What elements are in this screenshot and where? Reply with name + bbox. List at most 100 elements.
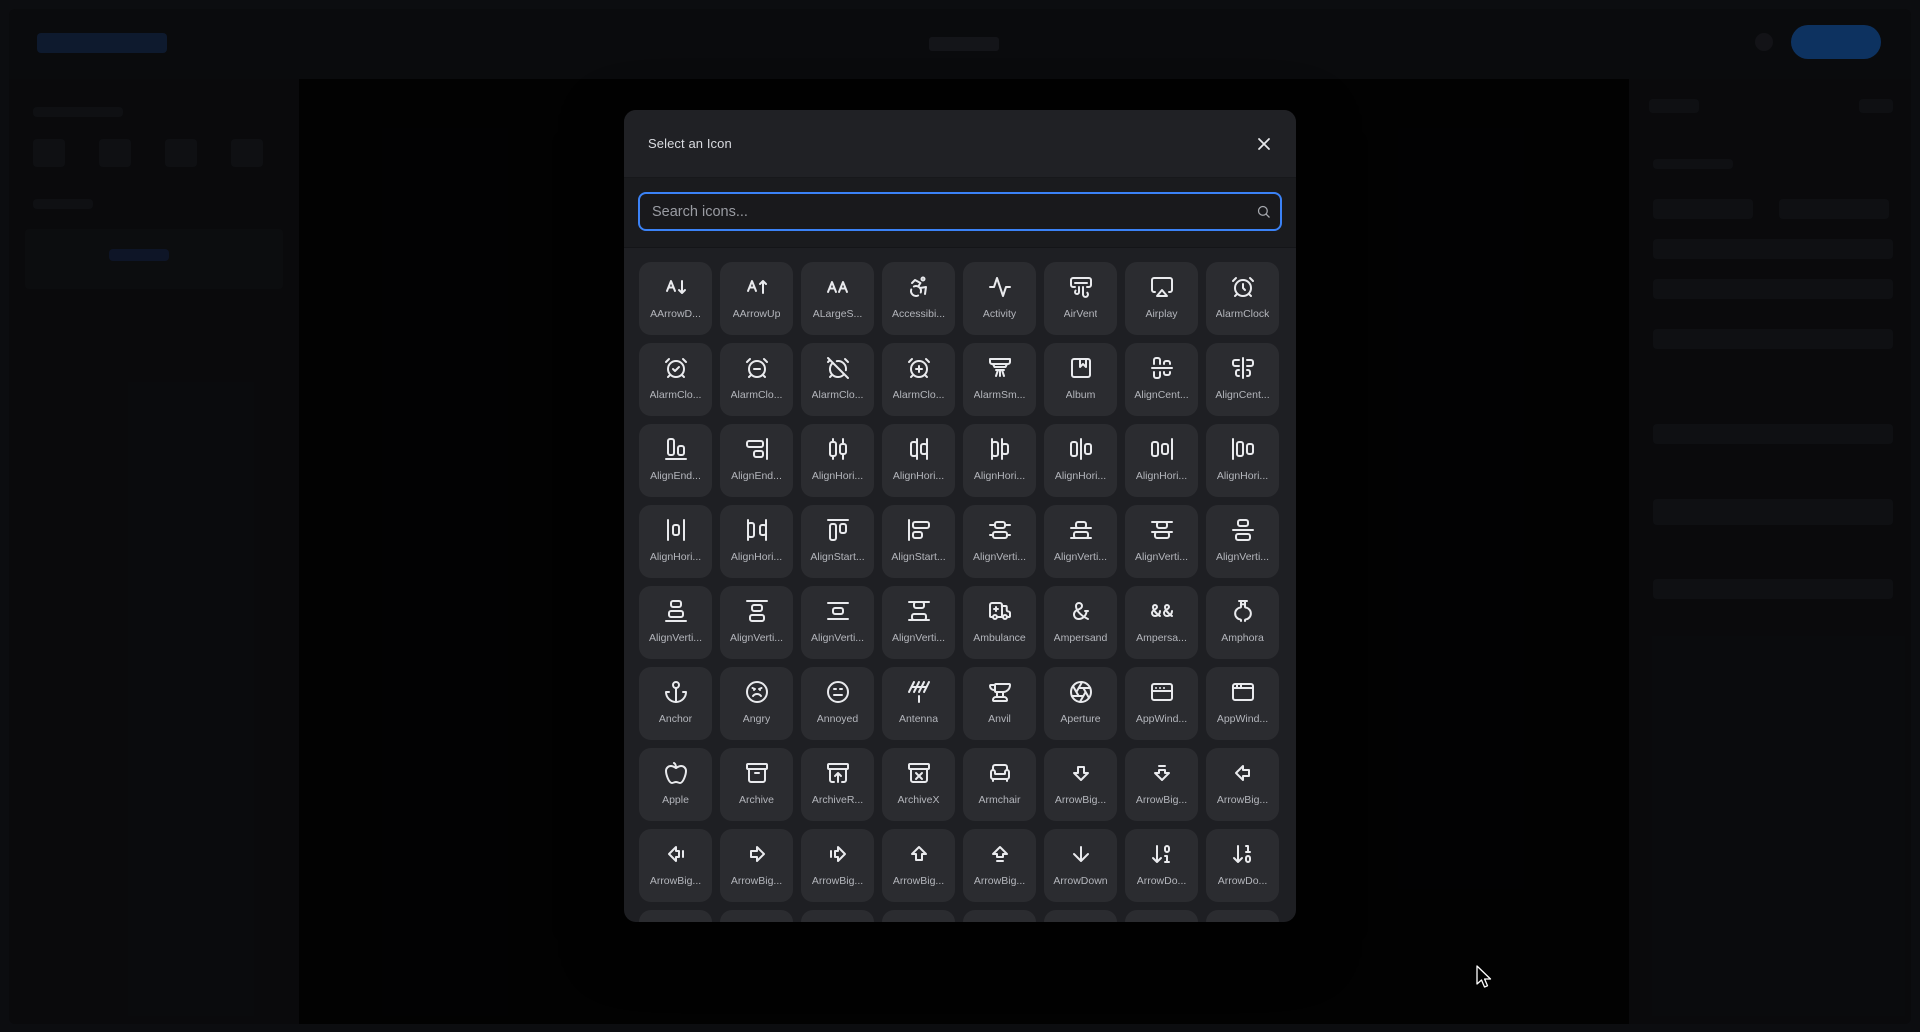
icon-tile-label: Amphora	[1221, 632, 1264, 644]
icon-tile[interactable]: AlignVerti...	[801, 586, 874, 659]
icon-tile[interactable]: ArrowBig...	[720, 829, 793, 902]
icon-tile[interactable]: AlignHori...	[720, 505, 793, 578]
icon-tile[interactable]: AlignHori...	[1125, 424, 1198, 497]
icon-tile[interactable]: AlignHori...	[963, 424, 1036, 497]
close-button[interactable]	[1252, 132, 1276, 156]
icon-tile[interactable]: Ampersa...	[1125, 586, 1198, 659]
icon-tile[interactable]: AlignStart...	[801, 505, 874, 578]
icon-tile[interactable]: AlignVerti...	[720, 586, 793, 659]
icon-tile[interactable]: Apple	[639, 748, 712, 821]
icon-tile[interactable]: AlarmClo...	[720, 343, 793, 416]
icon-tile[interactable]: Aperture	[1044, 667, 1117, 740]
icon-tile[interactable]: ArrowBig...	[1206, 748, 1279, 821]
icon-tile[interactable]: AirVent	[1044, 262, 1117, 335]
align-vertical-justify-center-icon	[1230, 517, 1256, 543]
icon-tile[interactable]: Album	[1044, 343, 1117, 416]
icon-tile[interactable]: AlignHori...	[639, 505, 712, 578]
search-input[interactable]	[640, 194, 1246, 229]
icon-tile[interactable]: Anchor	[639, 667, 712, 740]
icon-tile[interactable]	[882, 910, 955, 922]
icon-tile[interactable]	[1125, 910, 1198, 922]
icon-tile-label: ArrowDo...	[1217, 875, 1268, 887]
arrow-big-up-icon	[906, 841, 932, 867]
align-horizontal-space-between-icon	[744, 517, 770, 543]
icon-tile[interactable]: ArrowBig...	[1125, 748, 1198, 821]
arrow-down-icon	[1068, 841, 1094, 867]
icon-tile[interactable]: AlarmClo...	[882, 343, 955, 416]
icon-tile[interactable]: AlignHori...	[882, 424, 955, 497]
icon-tile[interactable]: ArrowDown	[1044, 829, 1117, 902]
alarm-clock-check-icon	[663, 355, 689, 381]
icon-tile[interactable]: Archive	[720, 748, 793, 821]
icon-tile[interactable]: AlarmClock	[1206, 262, 1279, 335]
icon-tile[interactable]: AlarmClo...	[801, 343, 874, 416]
icon-tile[interactable]: AlignHori...	[1206, 424, 1279, 497]
icon-tile-label: AlignVerti...	[810, 632, 865, 644]
app-window-mac-icon	[1149, 679, 1175, 705]
icon-tile[interactable]	[720, 910, 793, 922]
icon-tile-label: Apple	[662, 794, 689, 806]
icon-grid-scroll[interactable]: AArrowD... AArrowUp ALargeS... Accessibi...…	[624, 250, 1296, 922]
alarm-clock-plus-icon	[906, 355, 932, 381]
icon-tile[interactable]: AlarmSm...	[963, 343, 1036, 416]
icon-tile[interactable]: AlignHori...	[801, 424, 874, 497]
icon-tile[interactable]: Accessibi...	[882, 262, 955, 335]
icon-tile[interactable]: Ambulance	[963, 586, 1036, 659]
album-icon	[1068, 355, 1094, 381]
icon-tile[interactable]: AlignStart...	[882, 505, 955, 578]
icon-tile[interactable]: Annoyed	[801, 667, 874, 740]
icon-tile[interactable]: AlarmClo...	[639, 343, 712, 416]
icon-tile[interactable]: AlignVerti...	[639, 586, 712, 659]
align-vertical-justify-end-icon	[663, 598, 689, 624]
icon-tile[interactable]	[1044, 910, 1117, 922]
icon-tile[interactable]: AlignVerti...	[1206, 505, 1279, 578]
icon-tile[interactable]: AlignCent...	[1206, 343, 1279, 416]
icon-tile[interactable]: AArrowD...	[639, 262, 712, 335]
icon-tile[interactable]: ArrowBig...	[963, 829, 1036, 902]
icon-tile[interactable]: Armchair	[963, 748, 1036, 821]
icon-tile[interactable]: ArrowBig...	[639, 829, 712, 902]
icon-tile-label: Armchair	[978, 794, 1021, 806]
icon-tile[interactable]: AlignHori...	[1044, 424, 1117, 497]
icon-tile[interactable]: ArrowDo...	[1206, 829, 1279, 902]
icon-tile[interactable]: ArrowDo...	[1125, 829, 1198, 902]
icon-tile[interactable]: AlignEnd...	[720, 424, 793, 497]
icon-tile-label: AlignHori...	[973, 470, 1026, 482]
icon-tile-label: Annoyed	[816, 713, 859, 725]
icon-tile[interactable]: AppWind...	[1206, 667, 1279, 740]
icon-tile-label: AlarmClo...	[730, 389, 783, 401]
align-horizontal-distribute-end-icon	[906, 436, 932, 462]
icon-tile[interactable]: AlignVerti...	[963, 505, 1036, 578]
angry-icon	[744, 679, 770, 705]
icon-tile[interactable]: Angry	[720, 667, 793, 740]
icon-tile[interactable]: Airplay	[1125, 262, 1198, 335]
icon-tile[interactable]: Ampersand	[1044, 586, 1117, 659]
icon-tile[interactable]: ArchiveX	[882, 748, 955, 821]
arrow-down-0-1-icon	[1149, 841, 1175, 867]
icon-tile[interactable]: ArrowBig...	[1044, 748, 1117, 821]
icon-tile[interactable]: ArrowBig...	[801, 829, 874, 902]
align-horizontal-justify-start-icon	[1230, 436, 1256, 462]
icon-tile[interactable]	[639, 910, 712, 922]
icon-tile[interactable]: AppWind...	[1125, 667, 1198, 740]
icon-tile[interactable]: AlignEnd...	[639, 424, 712, 497]
icon-tile[interactable]: Amphora	[1206, 586, 1279, 659]
icon-tile[interactable]: Anvil	[963, 667, 1036, 740]
icon-tile[interactable]: AArrowUp	[720, 262, 793, 335]
icon-tile-label: AlignVerti...	[1134, 551, 1189, 563]
icon-tile[interactable]: ArchiveR...	[801, 748, 874, 821]
icon-tile[interactable]: Antenna	[882, 667, 955, 740]
icon-tile[interactable]: ArrowBig...	[882, 829, 955, 902]
icon-tile[interactable]	[801, 910, 874, 922]
icon-tile[interactable]: AlignCent...	[1125, 343, 1198, 416]
arrow-down-1-0-icon	[1230, 841, 1256, 867]
icon-tile[interactable]: Activity	[963, 262, 1036, 335]
icon-tile[interactable]: AlignVerti...	[882, 586, 955, 659]
icon-tile[interactable]	[1206, 910, 1279, 922]
icon-tile[interactable]: ALargeS...	[801, 262, 874, 335]
icon-tile[interactable]: AlignVerti...	[1125, 505, 1198, 578]
search-field[interactable]	[638, 192, 1282, 231]
icon-tile[interactable]: AlignVerti...	[1044, 505, 1117, 578]
icon-tile[interactable]	[963, 910, 1036, 922]
icon-tile-label: AlignVerti...	[1053, 551, 1108, 563]
